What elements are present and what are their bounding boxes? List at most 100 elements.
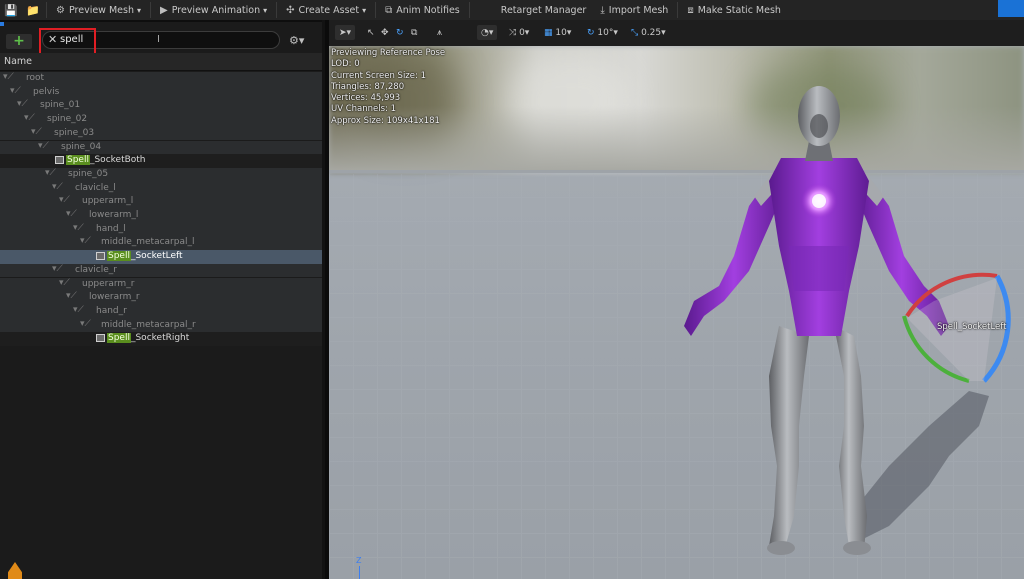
anim-notifies-button[interactable]: ⧉ Anim Notifies	[378, 0, 467, 20]
bone-label: middle_metacarpal_r	[101, 319, 196, 330]
tree-row[interactable]: ▾⟋ lowerarm_r	[0, 291, 322, 305]
add-socket-button[interactable]: +	[6, 34, 32, 49]
axis-z-line	[359, 566, 360, 579]
angle-snap-toggle[interactable]: ↻ 10° ▾	[587, 25, 618, 40]
grid-snap-value: 10	[555, 27, 567, 38]
tree-row[interactable]: ▾⟋ spine_02	[0, 113, 322, 127]
chevron-down-icon: ▾	[524, 27, 530, 38]
socket-icon	[96, 334, 105, 343]
tree-row[interactable]: ▾⟋ middle_metacarpal_r	[0, 318, 322, 333]
torso-panel	[789, 246, 849, 291]
chevron-down-icon: ▾	[263, 5, 268, 15]
preview-mesh-button[interactable]: ⚙ Preview Mesh ▾	[49, 0, 148, 20]
chevron-down-icon: ▾	[566, 27, 572, 38]
viewport-toolbar: ➤▾ ↖ ✥ ↻ ⧉ ⩚ ◔▾ ⤨ 0 ▾ ▦ 10 ▾ ↻ 10° ▾ ⤡ 0.25…	[329, 20, 1024, 46]
socket-label: _SocketLeft	[130, 251, 183, 262]
create-asset-icon: ✣	[286, 4, 295, 16]
bone-icon: ▾⟋	[17, 99, 28, 110]
right-foot	[843, 541, 871, 555]
tree-row-socket[interactable]: Spell_SocketRight	[0, 332, 322, 346]
coordinate-space-button[interactable]: ◔▾	[477, 25, 498, 40]
right-leg	[834, 326, 867, 551]
search-row: + ✕ spell I ⚙▾	[0, 27, 325, 56]
bone-label: hand_l	[96, 223, 126, 234]
rotation-snap-toggle[interactable]: ⤨ 0 ▾	[509, 25, 529, 40]
select-mode-button[interactable]: ➤▾	[335, 25, 356, 40]
toolbar-divider	[150, 2, 151, 18]
tree-row[interactable]: ▾⟋ spine_04	[0, 140, 322, 155]
bone-label: pelvis	[33, 86, 60, 97]
socket-label-overlay: Spell_SocketLeft	[937, 322, 1007, 332]
left-foot	[767, 541, 795, 555]
search-match: Spell	[107, 251, 131, 262]
bone-icon: ▾⟋	[59, 195, 70, 206]
tree-row[interactable]: ▾⟋ root	[0, 72, 322, 86]
bone-icon: ▾⟋	[31, 126, 42, 137]
socket-label: _SocketRight	[130, 333, 190, 344]
import-icon: ⤓	[600, 4, 605, 16]
make-static-mesh-label: Make Static Mesh	[697, 4, 781, 16]
bone-label: clavicle_r	[75, 264, 117, 275]
platform-button[interactable]	[998, 0, 1024, 17]
mesh-icon: ⚙	[56, 4, 65, 16]
tree-row[interactable]: ▾⟋ clavicle_r	[0, 263, 322, 278]
search-match: Spell	[66, 155, 90, 166]
bone-icon: ▾⟋	[66, 291, 77, 302]
bone-icon: ▾⟋	[45, 167, 56, 178]
tree-row[interactable]: ▾⟋ lowerarm_l	[0, 209, 322, 223]
settings-gear-icon[interactable]: ⚙▾	[289, 34, 304, 47]
world-icon: ◔▾	[481, 27, 494, 38]
create-asset-button[interactable]: ✣ Create Asset ▾	[279, 0, 373, 20]
character-shadow	[849, 391, 989, 546]
tree-row[interactable]: ▾⟋ hand_r	[0, 304, 322, 319]
snap-icon: ⤨	[509, 27, 520, 38]
select-tool-icon[interactable]: ↖	[367, 25, 375, 40]
annotation-highlight-box	[39, 28, 96, 56]
toolbar-divider	[468, 2, 470, 18]
surface-snap-icon[interactable]: ⩚	[437, 25, 442, 40]
rotate-tool-icon[interactable]: ↻	[396, 25, 404, 40]
tree-row[interactable]: ▾⟋ spine_01	[0, 99, 322, 114]
bone-label: hand_r	[96, 305, 127, 316]
tree-row-socket-selected[interactable]: Spell_SocketLeft	[0, 250, 322, 264]
tree-row[interactable]: ▾⟋ pelvis	[0, 85, 322, 100]
browse-icon[interactable]: 📁	[22, 0, 44, 20]
bone-label: clavicle_l	[75, 182, 116, 193]
angle-snap-value: 10°	[597, 27, 614, 38]
axis-z-label: Z	[356, 556, 362, 565]
tree-row[interactable]: ▾⟋ middle_metacarpal_l	[0, 236, 322, 251]
tree-row[interactable]: ▾⟋ upperarm_l	[0, 195, 322, 209]
make-static-mesh-button[interactable]: ⧈ Make Static Mesh	[680, 0, 788, 20]
name-column-header[interactable]: Name	[0, 53, 325, 71]
toolbar-divider	[276, 2, 278, 18]
bone-icon: ▾⟋	[59, 277, 70, 288]
bone-icon: ▾⟋	[73, 222, 84, 233]
tree-row[interactable]: ▾⟋ spine_03	[0, 126, 322, 141]
save-icon[interactable]: 💾	[0, 0, 22, 20]
bone-icon: ▾⟋	[3, 72, 14, 82]
import-mesh-button[interactable]: ⤓ Import Mesh	[593, 0, 675, 20]
toolbar-divider	[375, 2, 377, 18]
preview-animation-button[interactable]: ▶ Preview Animation ▾	[153, 0, 274, 20]
cursor-icon: ➤▾	[339, 27, 352, 38]
grid-snap-toggle[interactable]: ▦ 10 ▾	[544, 25, 571, 40]
preview-viewport[interactable]: Previewing Reference Pose LOD: 0 Current…	[329, 46, 1024, 579]
translate-tool-icon[interactable]: ✥	[381, 25, 389, 40]
tree-row[interactable]: ▾⟋ spine_05	[0, 167, 322, 182]
tree-row[interactable]: ▾⟋ upperarm_r	[0, 277, 322, 292]
bone-icon: ▾⟋	[80, 236, 91, 247]
chevron-down-icon: ▾	[136, 5, 141, 15]
scale-tool-icon[interactable]: ⧉	[411, 25, 417, 40]
angle-snap-icon: ↻	[587, 27, 598, 38]
chest-emblem-core	[812, 194, 826, 208]
scale-snap-toggle[interactable]: ⤡ 0.25 ▾	[631, 25, 666, 40]
tree-row-socket[interactable]: Spell_SocketBoth	[0, 154, 322, 168]
tree-row[interactable]: ▾⟋ clavicle_l	[0, 181, 322, 196]
left-leg	[769, 326, 809, 551]
bone-icon: ▾⟋	[52, 263, 63, 274]
retarget-manager-button[interactable]: Retarget Manager	[494, 0, 594, 20]
static-mesh-icon: ⧈	[687, 4, 694, 16]
tree-row[interactable]: ▾⟋ hand_l	[0, 222, 322, 237]
bone-label: spine_03	[54, 127, 95, 138]
text-cursor-icon: I	[157, 34, 160, 45]
